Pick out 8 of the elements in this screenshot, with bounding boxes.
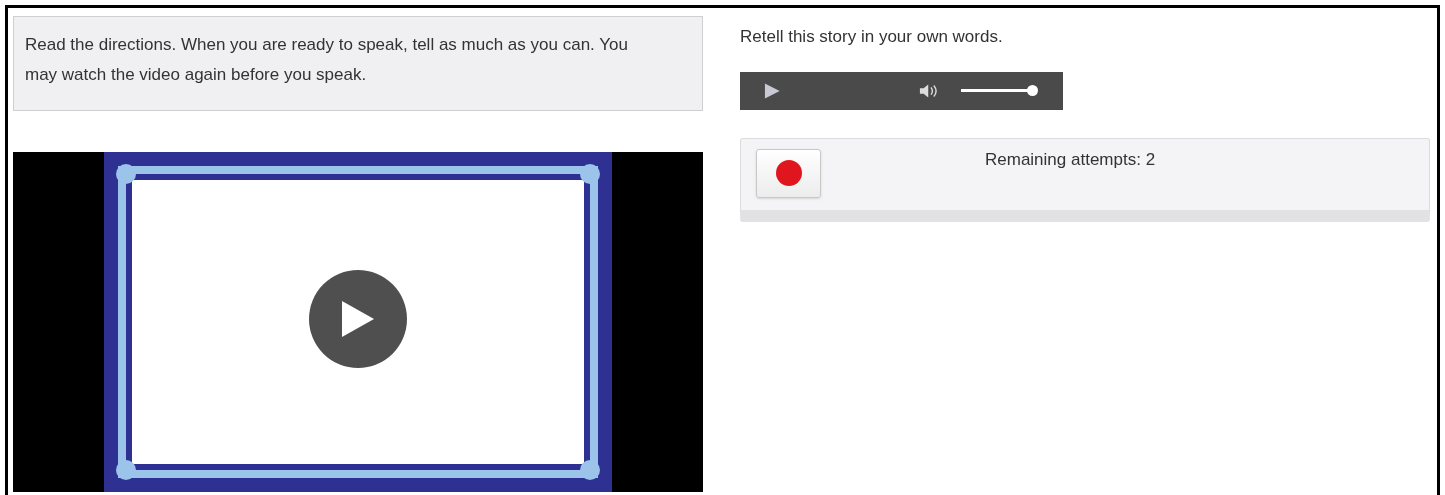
record-icon [775,160,802,186]
prompt-text: Retell this story in your own words. [740,26,1004,48]
play-icon [340,299,376,339]
directions-text: Read the directions. When you are ready to speak, tell as much as you can. You may watch the video again before you speak. [25,34,629,86]
record-button[interactable] [756,148,821,198]
play-icon[interactable] [764,81,781,100]
volume-icon[interactable] [918,82,939,99]
remaining-attempts-text: Remaining attempts: 2 [985,148,1156,171]
